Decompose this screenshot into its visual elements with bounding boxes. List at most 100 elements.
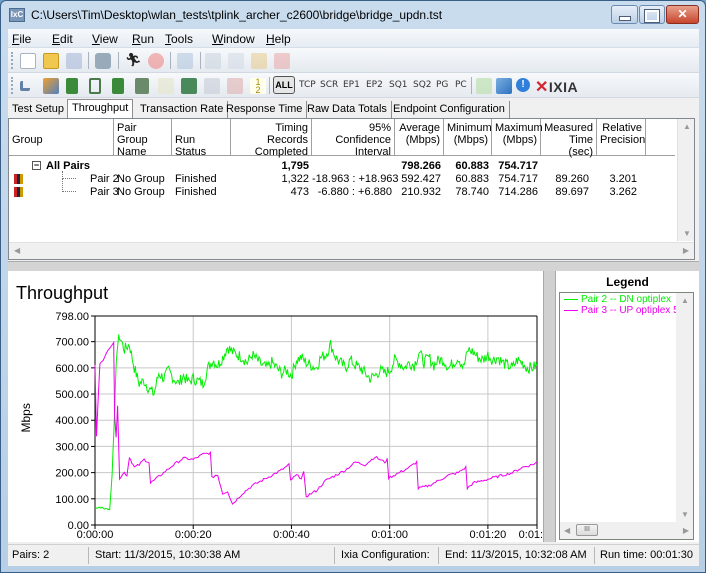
- menu-window[interactable]: Window: [212, 32, 255, 46]
- col-maximum[interactable]: Maximum (Mbps): [492, 119, 543, 156]
- tab-raw-data-totals[interactable]: Raw Data Totals: [303, 101, 392, 118]
- scroll-right-icon[interactable]: ▶: [683, 246, 689, 255]
- toolbar-separator: [269, 77, 270, 94]
- menu-tools[interactable]: Tools: [165, 32, 193, 46]
- filter-all-button[interactable]: ALL: [273, 76, 295, 94]
- x-tick-label: 0:00:40: [273, 529, 310, 541]
- pair-number-icon[interactable]: 12: [250, 78, 266, 95]
- scroll-left-icon[interactable]: ◀: [564, 526, 570, 535]
- filter-ep1-button[interactable]: EP1: [343, 80, 360, 90]
- y-tick-label: 100.00: [55, 494, 89, 506]
- edit-icon[interactable]: [158, 78, 174, 94]
- scroll-up-icon[interactable]: ▲: [681, 296, 689, 305]
- summary-row[interactable]: − All Pairs 1,795 798.266 60.883 754.717: [9, 160, 675, 173]
- filter-tcp-button[interactable]: TCP: [299, 80, 316, 90]
- chart-gridlines: [95, 316, 537, 525]
- legend-vertical-scrollbar[interactable]: ▲ ▼: [676, 293, 693, 522]
- scroll-right-icon[interactable]: ▶: [683, 526, 689, 535]
- filter-sq1-button[interactable]: SQ1: [389, 80, 408, 90]
- pair-name: Pair 2: [90, 173, 119, 185]
- grid-vertical-scrollbar[interactable]: ▲ ▼: [677, 119, 694, 241]
- scroll-thumb[interactable]: III: [576, 524, 598, 536]
- menu-help[interactable]: Help: [266, 32, 291, 46]
- col-confidence-interval[interactable]: 95% Confidence Interval: [312, 119, 395, 158]
- collapse-icon[interactable]: −: [32, 161, 41, 170]
- pair-group-name: No Group: [117, 186, 165, 198]
- filter-pg-button[interactable]: PG: [436, 80, 448, 90]
- grid-horizontal-scrollbar[interactable]: ◀ ▶: [9, 242, 694, 259]
- col-minimum[interactable]: Minimum (Mbps): [444, 119, 492, 156]
- scroll-down-icon[interactable]: ▼: [681, 510, 689, 519]
- script-icon[interactable]: [181, 78, 197, 94]
- paste-icon[interactable]: [251, 53, 267, 69]
- add-multicast-icon[interactable]: [43, 78, 59, 94]
- legend-horizontal-scrollbar[interactable]: ◀ III ▶: [560, 522, 693, 539]
- scroll-up-icon[interactable]: ▲: [683, 122, 691, 131]
- rename-icon[interactable]: [204, 78, 220, 94]
- tab-response-time[interactable]: Response Time: [222, 101, 308, 118]
- menu-view[interactable]: View: [92, 32, 118, 46]
- legend-item-pair-3[interactable]: Pair 3 -- UP optiplex 5: [564, 305, 676, 316]
- status-start: Start: 11/3/2015, 10:30:38 AM: [95, 549, 241, 561]
- refresh-icon[interactable]: [177, 53, 193, 69]
- maximize-button[interactable]: [639, 5, 665, 24]
- vertical-splitter[interactable]: [543, 271, 556, 542]
- tab-endpoint-configuration[interactable]: Endpoint Configuration: [389, 101, 510, 118]
- legend-list: Pair 2 -- DN optiplex Pair 3 -- UP optip…: [559, 292, 694, 540]
- menu-run[interactable]: Run: [132, 32, 154, 46]
- legend-item-pair-2[interactable]: Pair 2 -- DN optiplex: [564, 294, 676, 305]
- multi-pair-icon[interactable]: [135, 78, 149, 94]
- table-row[interactable]: Pair 2 No Group Finished 1,322 -18.963 :…: [9, 171, 675, 186]
- new-file-icon[interactable]: [20, 53, 36, 69]
- filter-pc-button[interactable]: PC: [455, 80, 467, 90]
- run-status: Finished: [175, 173, 217, 185]
- tab-throughput[interactable]: Throughput: [67, 99, 134, 118]
- tab-test-setup[interactable]: Test Setup: [8, 101, 69, 118]
- confidence-interval: -18.963 : +18.963: [312, 173, 399, 185]
- legend-panel: Legend Pair 2 -- DN optiplex Pair 3 -- U…: [556, 271, 699, 542]
- pair-icon[interactable]: [112, 78, 124, 94]
- menu-bar: File Edit View Run Tools Window Help: [8, 29, 699, 48]
- menu-edit[interactable]: Edit: [52, 32, 73, 46]
- run-icon[interactable]: 🏃︎: [125, 53, 142, 69]
- y-tick-label: 200.00: [55, 468, 89, 480]
- filter-scr-button[interactable]: SCR: [320, 80, 338, 90]
- horizontal-splitter[interactable]: [8, 261, 699, 271]
- remove-icon[interactable]: [227, 78, 243, 94]
- network-icon[interactable]: [89, 78, 101, 94]
- filter-ep2-button[interactable]: EP2: [366, 80, 383, 90]
- close-button[interactable]: ✕: [666, 5, 699, 24]
- col-average[interactable]: Average (Mbps): [395, 119, 444, 156]
- app-icon: IxC: [9, 8, 25, 22]
- table-row[interactable]: Pair 3 No Group Finished 473 -6.880 : +6…: [9, 178, 675, 199]
- scroll-down-icon[interactable]: ▼: [683, 229, 691, 238]
- minimize-button[interactable]: [611, 5, 638, 24]
- col-measured-time[interactable]: Measured Time (sec): [541, 119, 597, 158]
- tab-transaction-rate[interactable]: Transaction Rate: [136, 101, 229, 118]
- toolbar-grip[interactable]: [11, 77, 13, 94]
- toolbar-separator: [200, 52, 201, 69]
- col-pair-group-name[interactable]: Pair Group Name: [114, 119, 172, 158]
- col-group[interactable]: Group: [9, 119, 114, 156]
- stop-icon[interactable]: [148, 53, 164, 69]
- endpoint-icon[interactable]: [66, 78, 78, 94]
- export-icon[interactable]: [476, 78, 492, 94]
- legend-title: Legend: [606, 275, 649, 289]
- report-icon[interactable]: [496, 78, 512, 94]
- add-pair-icon[interactable]: [20, 81, 30, 91]
- print-icon[interactable]: [95, 53, 111, 69]
- save-icon[interactable]: [66, 53, 82, 69]
- scroll-left-icon[interactable]: ◀: [14, 246, 20, 255]
- col-timing-records[interactable]: Timing Records Completed: [231, 119, 312, 158]
- col-relative-precision[interactable]: Relative Precision: [597, 119, 646, 156]
- col-run-status[interactable]: Run Status: [172, 119, 231, 158]
- copy-icon[interactable]: [228, 53, 244, 69]
- open-folder-icon[interactable]: [43, 53, 59, 69]
- menu-file[interactable]: File: [12, 32, 31, 46]
- filter-sq2-button[interactable]: SQ2: [413, 80, 432, 90]
- delete-icon[interactable]: [274, 53, 290, 69]
- toolbar-grip[interactable]: [11, 52, 13, 69]
- window-title: C:\Users\Tim\Desktop\wlan_tests\tplink_a…: [31, 8, 443, 22]
- cut-icon[interactable]: [205, 53, 221, 69]
- info-icon[interactable]: !: [516, 78, 530, 92]
